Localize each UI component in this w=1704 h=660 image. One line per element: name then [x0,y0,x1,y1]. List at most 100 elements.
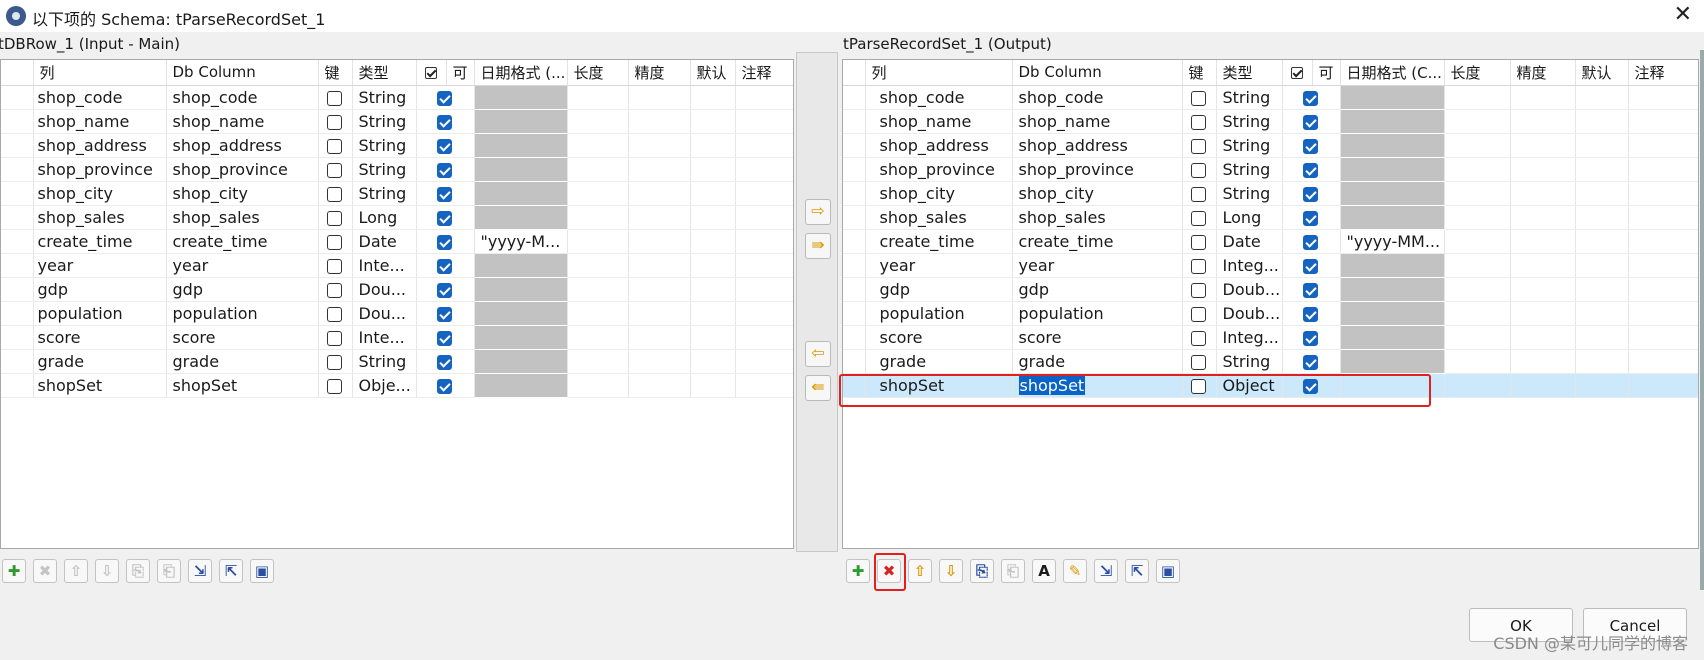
column-name-cell[interactable]: year [865,253,1013,278]
db-column-cell[interactable]: gdp [166,277,319,302]
table-row[interactable]: score score Integ... [843,325,1698,350]
comment-cell[interactable] [1628,301,1698,326]
nullable-cell[interactable] [416,133,475,158]
key-checkbox[interactable] [1191,162,1206,178]
header-key[interactable]: 键 [318,60,353,86]
comment-cell[interactable] [735,181,793,206]
date-pattern-cell[interactable] [1340,181,1445,206]
move-up-button[interactable]: ⇧ [908,559,932,583]
length-cell[interactable] [567,181,629,206]
header-nullable[interactable]: 可 [1312,60,1341,86]
precision-cell[interactable] [628,181,691,206]
key-checkbox[interactable] [327,90,342,106]
comment-cell[interactable] [1628,229,1698,254]
type-cell[interactable]: Long [352,205,417,230]
nullable-checkbox[interactable] [1303,114,1318,130]
precision-cell[interactable] [628,157,691,182]
default-cell[interactable] [690,229,736,254]
type-cell[interactable]: Inte... [352,325,417,350]
table-row[interactable]: shopSet shopSet Obje... [1,373,793,398]
select-all-nullable-checkbox[interactable] [1290,66,1303,79]
key-cell[interactable] [318,133,353,158]
default-cell[interactable] [690,373,736,398]
date-pattern-cell[interactable] [1340,277,1445,302]
column-name-cell[interactable]: shop_name [33,109,167,134]
db-column-cell[interactable]: shopSet [166,373,319,398]
nullable-checkbox[interactable] [1303,210,1318,226]
nullable-cell[interactable] [1282,109,1341,134]
comment-cell[interactable] [1628,109,1698,134]
date-pattern-cell[interactable] [1340,157,1445,182]
length-cell[interactable] [567,205,629,230]
length-cell[interactable] [1444,229,1511,254]
type-cell[interactable]: String [1216,133,1283,158]
length-cell[interactable] [567,349,629,374]
db-column-cell[interactable]: shop_sales [166,205,319,230]
comment-cell[interactable] [735,373,793,398]
nullable-cell[interactable] [416,373,475,398]
nullable-checkbox[interactable] [437,258,452,274]
date-pattern-cell[interactable] [474,373,568,398]
precision-cell[interactable] [628,133,691,158]
nullable-checkbox[interactable] [437,306,452,322]
comment-cell[interactable] [1628,133,1698,158]
length-cell[interactable] [1444,325,1511,350]
nullable-checkbox[interactable] [437,162,452,178]
column-name-cell[interactable]: shopSet [33,373,167,398]
db-column-cell[interactable]: grade [1012,349,1183,374]
comment-cell[interactable] [735,277,793,302]
key-cell[interactable] [1182,157,1217,182]
key-checkbox[interactable] [1191,138,1206,154]
key-cell[interactable] [1182,181,1217,206]
comment-cell[interactable] [1628,373,1698,398]
date-pattern-cell[interactable] [474,349,568,374]
close-icon[interactable]: ✕ [1674,2,1692,27]
date-pattern-cell[interactable]: "yyyy-M... [474,229,568,254]
comment-cell[interactable] [735,109,793,134]
type-cell[interactable]: String [352,133,417,158]
table-row[interactable]: shop_name shop_name String [843,109,1698,134]
date-pattern-cell[interactable] [474,301,568,326]
table-row[interactable]: shop_name shop_name String [1,109,793,134]
default-cell[interactable] [690,325,736,350]
import-button[interactable]: ⇲ [1094,559,1118,583]
db-column-cell[interactable]: create_time [166,229,319,254]
nullable-cell[interactable] [1282,325,1341,350]
length-cell[interactable] [1444,133,1511,158]
key-cell[interactable] [1182,85,1217,110]
key-cell[interactable] [1182,325,1217,350]
nullable-cell[interactable] [1282,157,1341,182]
header-length[interactable]: 长度 [567,60,629,86]
table-row[interactable]: shop_address shop_address String [843,133,1698,158]
nullable-checkbox[interactable] [1303,162,1318,178]
length-cell[interactable] [567,373,629,398]
header-key[interactable]: 键 [1182,60,1217,86]
key-cell[interactable] [1182,109,1217,134]
header-column[interactable]: 列 [33,60,167,86]
export-button[interactable]: ⇱ [1125,559,1149,583]
input-schema-table[interactable]: 列 Db Column 键类型 可日期格式 (... 长度 精度 默认 注释 shop_cod… [0,59,794,549]
length-cell[interactable] [1444,109,1511,134]
key-cell[interactable] [318,373,353,398]
precision-cell[interactable] [1510,181,1576,206]
nullable-checkbox[interactable] [437,114,452,130]
type-cell[interactable]: String [352,157,417,182]
nullable-cell[interactable] [1282,349,1341,374]
db-column-cell[interactable]: shop_code [1012,85,1183,110]
table-row[interactable]: create_time create_time Date "yyyy-MM... [843,229,1698,254]
type-cell[interactable]: Doub... [1216,277,1283,302]
precision-cell[interactable] [628,205,691,230]
type-cell[interactable]: Obje... [352,373,417,398]
key-cell[interactable] [1182,229,1217,254]
comment-cell[interactable] [735,205,793,230]
comment-cell[interactable] [1628,205,1698,230]
nullable-cell[interactable] [1282,205,1341,230]
type-cell[interactable]: String [352,85,417,110]
date-pattern-cell[interactable] [474,253,568,278]
column-name-cell[interactable]: grade [33,349,167,374]
length-cell[interactable] [1444,301,1511,326]
length-cell[interactable] [1444,181,1511,206]
table-row[interactable]: gdp gdp Dou... [1,277,793,302]
type-cell[interactable]: Dou... [352,277,417,302]
nullable-cell[interactable] [1282,301,1341,326]
